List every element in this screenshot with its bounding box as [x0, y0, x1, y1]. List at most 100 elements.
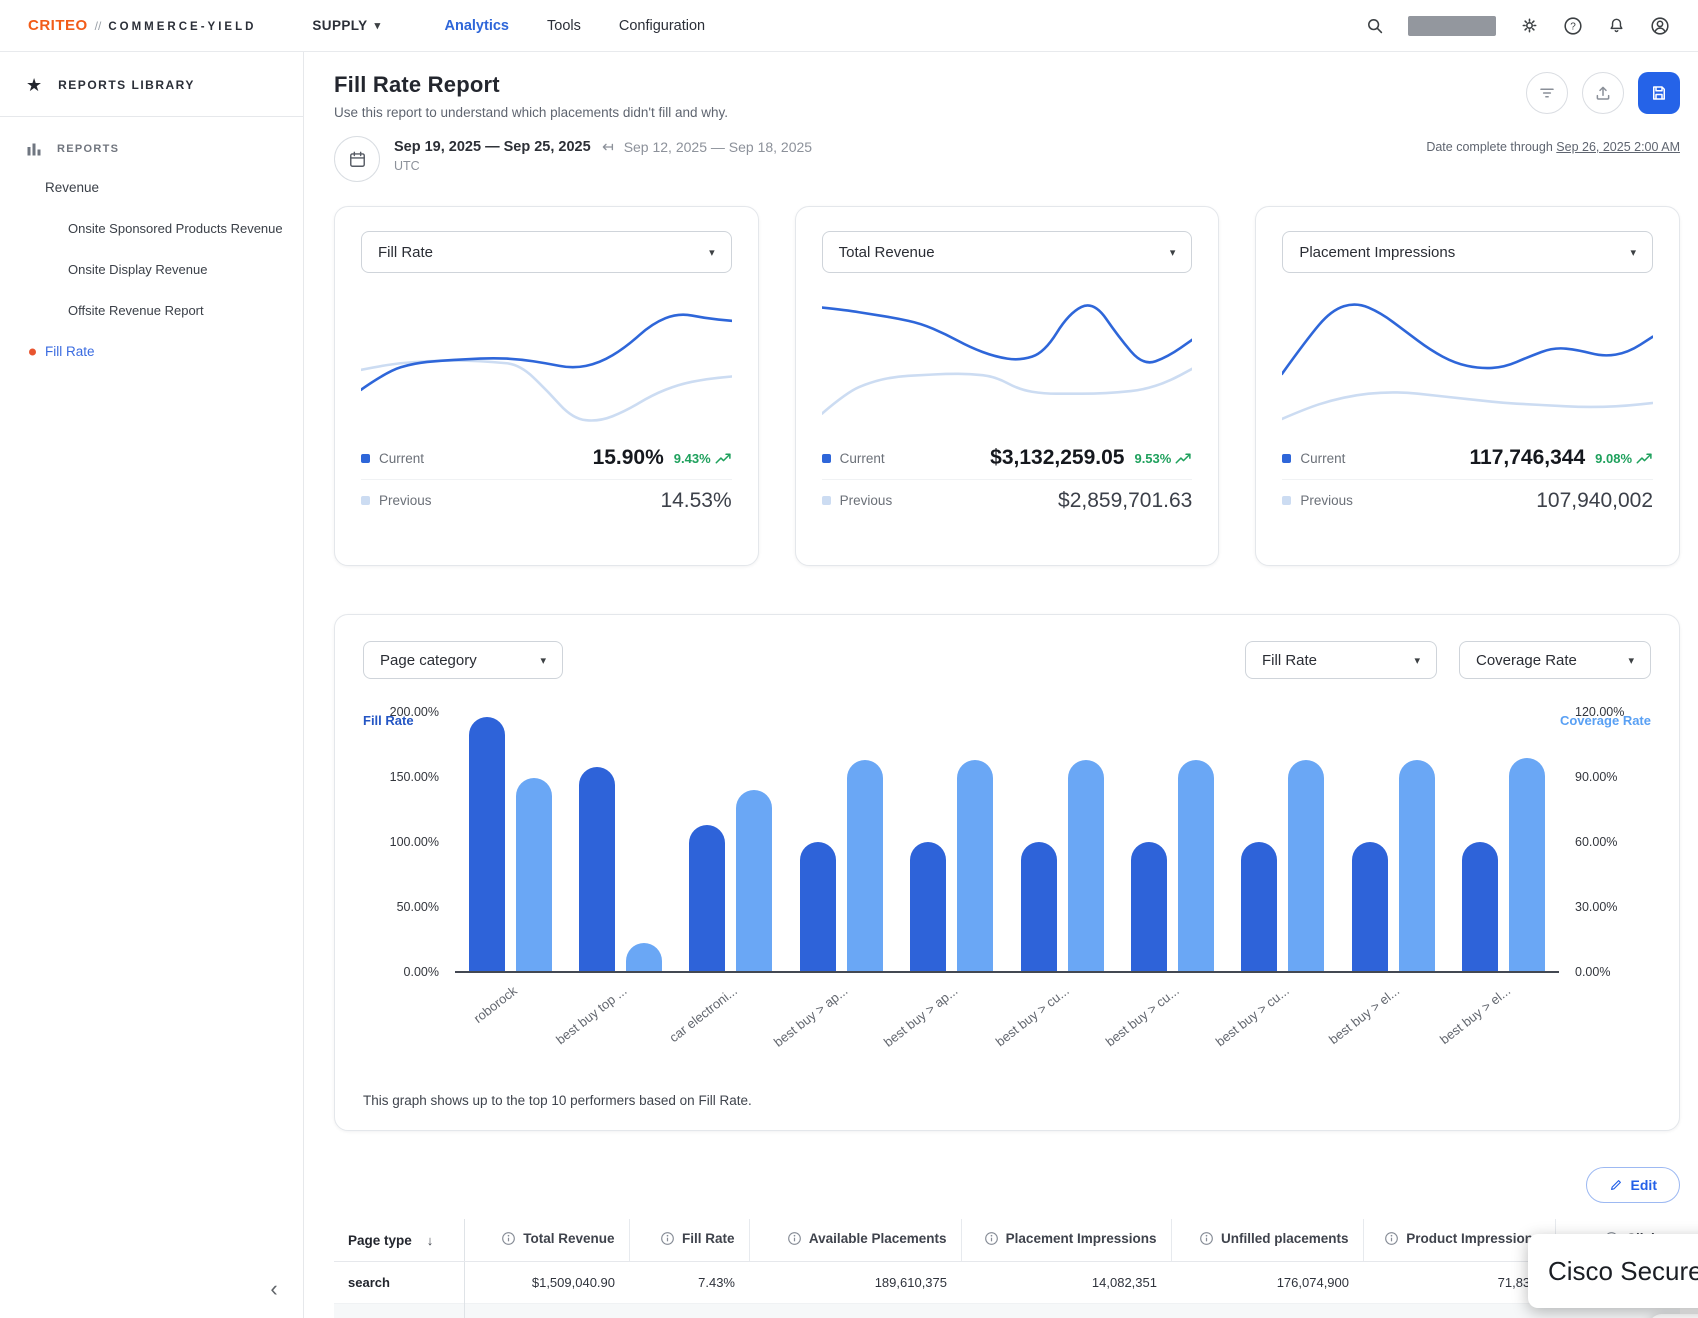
- bell-icon[interactable]: [1607, 16, 1626, 35]
- previous-swatch: [1282, 496, 1291, 505]
- bar-group[interactable]: best buy > el...: [1352, 713, 1435, 971]
- left-axis-tick: 150.00%: [390, 770, 439, 784]
- coverage-rate-bar[interactable]: [626, 943, 662, 971]
- current-swatch: [822, 454, 831, 463]
- column-header[interactable]: Unfilled placements: [1171, 1219, 1363, 1262]
- app-switcher-label: SUPPLY: [312, 18, 367, 33]
- date-range-current[interactable]: Sep 19, 2025 — Sep 25, 2025: [394, 139, 591, 155]
- fill-rate-bar[interactable]: [1241, 842, 1277, 971]
- page-category-select[interactable]: Page category ▾: [363, 641, 563, 679]
- coverage-rate-bar[interactable]: [1399, 760, 1435, 971]
- app-switcher-supply[interactable]: SUPPLY ▾: [312, 18, 380, 33]
- chevron-down-icon: ▾: [709, 246, 715, 259]
- filter-button[interactable]: [1526, 72, 1568, 114]
- save-button[interactable]: [1638, 72, 1680, 114]
- account-icon[interactable]: [1650, 16, 1670, 36]
- change-value: 9.53%: [1134, 451, 1171, 466]
- kpi-card-fill-rate: Fill Rate ▾ Current 15.90% 9.43% Previou…: [334, 206, 759, 566]
- kpi-card-total-revenue: Total Revenue ▾ Current $3,132,259.05 9.…: [795, 206, 1220, 566]
- bar-chart-icon: [26, 141, 42, 157]
- nav-tab-analytics[interactable]: Analytics: [445, 18, 509, 34]
- page-subtitle: Use this report to understand which plac…: [334, 105, 728, 120]
- right-axis-tick: 30.00%: [1575, 900, 1617, 914]
- sort-desc-icon[interactable]: ↓: [427, 1233, 434, 1248]
- kpi-metric-select[interactable]: Fill Rate ▾: [361, 231, 732, 273]
- bar-group[interactable]: best buy > ap...: [800, 713, 883, 971]
- column-header[interactable]: Total Revenue: [464, 1219, 629, 1262]
- sidebar-item-onsite-display-revenue[interactable]: Onsite Display Revenue: [0, 249, 303, 290]
- fill-rate-bar[interactable]: [1021, 842, 1057, 971]
- column-header-page-type[interactable]: Page type↓: [334, 1219, 464, 1262]
- current-value: 15.90%: [593, 446, 664, 470]
- column-header[interactable]: Available Placements: [749, 1219, 961, 1262]
- pencil-icon: [1609, 1178, 1623, 1192]
- sidebar-item-offsite-revenue-report[interactable]: Offsite Revenue Report: [0, 290, 303, 331]
- sidebar-item-fill-rate[interactable]: Fill Rate: [0, 331, 303, 372]
- fill-rate-bar[interactable]: [469, 717, 505, 971]
- current-swatch: [1282, 454, 1291, 463]
- kpi-metric-select[interactable]: Placement Impressions ▾: [1282, 231, 1653, 273]
- fill-rate-bar[interactable]: [800, 842, 836, 971]
- table-row[interactable]: search$1,509,040.907.43%189,610,37514,08…: [334, 1262, 1680, 1304]
- info-icon: [1384, 1231, 1399, 1246]
- right-metric-select[interactable]: Coverage Rate ▾: [1459, 641, 1651, 679]
- sidebar-collapse-button[interactable]: ‹: [257, 1272, 291, 1306]
- date-range-previous: Sep 12, 2025 — Sep 18, 2025: [624, 139, 812, 155]
- edit-table-button[interactable]: Edit: [1586, 1167, 1680, 1203]
- gear-icon[interactable]: [1520, 16, 1539, 35]
- fill-rate-bar[interactable]: [579, 767, 615, 971]
- fill-rate-bar[interactable]: [1462, 842, 1498, 971]
- save-icon: [1650, 84, 1668, 102]
- bar-group[interactable]: best buy > el...: [1462, 713, 1545, 971]
- bar-group[interactable]: best buy > cu...: [1241, 713, 1324, 971]
- column-header[interactable]: Placement Impressions: [961, 1219, 1171, 1262]
- previous-swatch: [361, 496, 370, 505]
- bar-group[interactable]: best buy > cu...: [1131, 713, 1214, 971]
- coverage-rate-bar[interactable]: [1178, 760, 1214, 971]
- column-header[interactable]: Product Impressions: [1363, 1219, 1555, 1262]
- help-icon[interactable]: ?: [1563, 16, 1583, 36]
- change-value: 9.08%: [1595, 451, 1632, 466]
- coverage-rate-bar[interactable]: [1288, 760, 1324, 971]
- redacted-search-text: [1408, 16, 1496, 36]
- table-row[interactable]: productdetail$619,355.9421.26%384,843,09…: [334, 1304, 1680, 1318]
- fill-rate-bar[interactable]: [910, 842, 946, 971]
- sparkline-chart: [1282, 287, 1653, 437]
- coverage-rate-bar[interactable]: [736, 790, 772, 971]
- bar-group[interactable]: roborock: [469, 713, 552, 971]
- kpi-metric-select[interactable]: Total Revenue ▾: [822, 231, 1193, 273]
- column-header[interactable]: Fill Rate: [629, 1219, 749, 1262]
- value-cell: $1,509,040.90: [464, 1262, 629, 1304]
- sidebar: ★ REPORTS LIBRARY REPORTS Revenue Onsite…: [0, 52, 304, 1318]
- main-content: Fill Rate Report Use this report to unde…: [304, 52, 1698, 1318]
- sidebar-item-revenue[interactable]: Revenue: [0, 167, 303, 208]
- coverage-rate-bar[interactable]: [847, 760, 883, 971]
- complete-through-label: Date complete through: [1426, 140, 1552, 154]
- complete-through-value[interactable]: Sep 26, 2025 2:00 AM: [1556, 140, 1680, 154]
- sidebar-reports-library[interactable]: ★ REPORTS LIBRARY: [0, 52, 303, 117]
- fill-rate-bar[interactable]: [1131, 842, 1167, 971]
- cisco-secure-overlay[interactable]: Cisco Secure: [1528, 1234, 1698, 1308]
- fill-rate-bar[interactable]: [1352, 842, 1388, 971]
- coverage-rate-bar[interactable]: [1068, 760, 1104, 971]
- fill-rate-bar[interactable]: [689, 825, 725, 971]
- coverage-rate-bar[interactable]: [516, 778, 552, 972]
- sidebar-item-onsite-sponsored-products-revenue[interactable]: Onsite Sponsored Products Revenue: [0, 208, 303, 249]
- nav-tab-configuration[interactable]: Configuration: [619, 18, 705, 34]
- chevron-down-icon: ▾: [1628, 654, 1634, 667]
- coverage-rate-bar[interactable]: [1509, 758, 1545, 971]
- page-type-cell: search: [334, 1262, 464, 1304]
- coverage-rate-bar[interactable]: [957, 760, 993, 971]
- cisco-overlay-text: Cisco Secure: [1548, 1256, 1698, 1287]
- export-button[interactable]: [1582, 72, 1624, 114]
- search-icon[interactable]: [1365, 16, 1384, 35]
- trend-up-icon: [1175, 452, 1192, 465]
- left-metric-select[interactable]: Fill Rate ▾: [1245, 641, 1437, 679]
- bar-group[interactable]: best buy top ...: [579, 713, 662, 971]
- bar-group[interactable]: best buy > cu...: [1021, 713, 1104, 971]
- nav-tab-tools[interactable]: Tools: [547, 18, 581, 34]
- logo-brand: CRITEO: [28, 17, 88, 34]
- date-range-picker[interactable]: [334, 136, 380, 182]
- bar-group[interactable]: car electroni...: [689, 713, 772, 971]
- bar-group[interactable]: best buy > ap...: [910, 713, 993, 971]
